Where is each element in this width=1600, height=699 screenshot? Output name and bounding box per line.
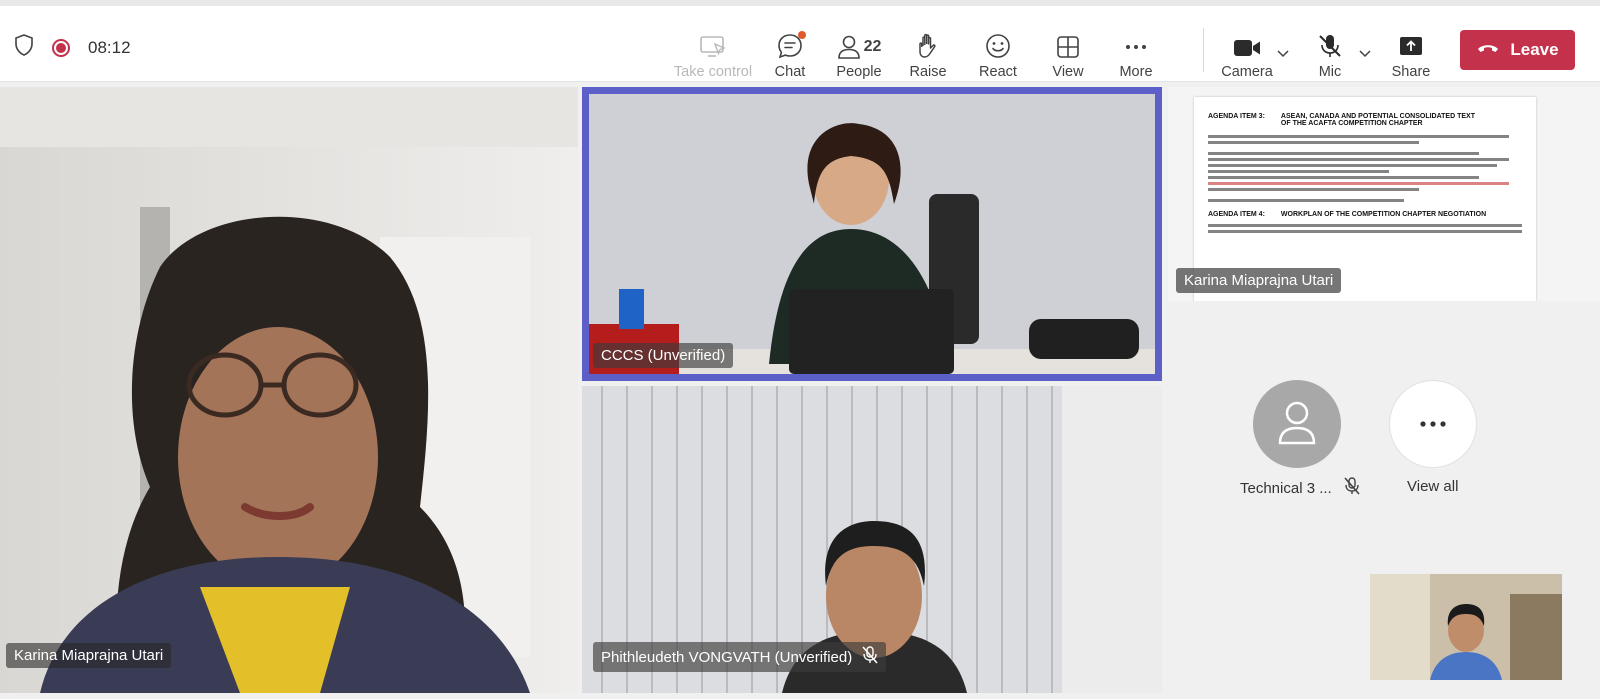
- agenda-title-line-2: OF THE ACAFTA COMPETITION CHAPTER: [1280, 120, 1423, 127]
- video-tile-active-speaker[interactable]: CCCS (Unverified): [582, 87, 1162, 381]
- document-paragraph: [1208, 135, 1510, 202]
- mic-label: Mic: [1318, 64, 1342, 80]
- document-paragraph: [1208, 224, 1522, 233]
- leave-label: Leave: [1510, 40, 1559, 59]
- agenda-item-title: WORKPLAN OF THE COMPETITION CHAPTER NEGO…: [1280, 211, 1487, 218]
- react-label: React: [979, 64, 1017, 80]
- agenda-item-4-heading: AGENDA ITEM 4: WORKPLAN OF THE COMPETITI…: [1208, 211, 1522, 218]
- view-label: View: [1052, 64, 1084, 80]
- share-label: Share: [1391, 64, 1431, 80]
- more-dots-icon: [1418, 417, 1448, 435]
- mic-options-chevron-icon[interactable]: [1358, 46, 1372, 64]
- more-dots-icon: [1122, 34, 1150, 60]
- mic-muted-icon: [862, 646, 878, 668]
- participant-name-tag: Karina Miaprajna Utari: [6, 643, 172, 668]
- people-indicator: 22: [837, 34, 882, 60]
- participant-name: Karina Miaprajna Utari: [14, 647, 164, 664]
- chat-label: Chat: [774, 64, 806, 80]
- participant-video: [0, 87, 578, 693]
- share-button[interactable]: Share: [1391, 20, 1431, 80]
- meeting-toolbar: 08:12 Take control Chat 22 People Raise: [0, 0, 1600, 82]
- raise-hand-button[interactable]: Raise: [909, 20, 947, 80]
- toolbar-divider: [1203, 28, 1204, 72]
- camera-button[interactable]: Camera: [1221, 20, 1273, 80]
- agenda-item-label: AGENDA ITEM 3:: [1208, 113, 1265, 120]
- participant-name-tag: Phithleudeth VONGVATH (Unverified): [593, 642, 887, 672]
- smiley-icon: [984, 32, 1012, 60]
- active-speaker-video: [589, 94, 1155, 374]
- meeting-timer: 08:12: [88, 37, 131, 57]
- participant-name: Phithleudeth VONGVATH (Unverified): [601, 648, 853, 666]
- leave-button[interactable]: Leave: [1460, 30, 1575, 70]
- recording-icon: [52, 38, 70, 57]
- more-label: More: [1119, 64, 1153, 80]
- take-control-button[interactable]: Take control: [673, 20, 753, 80]
- participant-video: [589, 94, 1155, 374]
- camera-options-chevron-icon[interactable]: [1276, 46, 1290, 64]
- take-control-icon: [699, 34, 727, 60]
- view-button[interactable]: View: [1050, 20, 1086, 80]
- agenda-item-label: AGENDA ITEM 4:: [1208, 211, 1265, 218]
- self-view-tile[interactable]: [1370, 574, 1562, 680]
- mic-off-icon: [1316, 32, 1344, 60]
- agenda-item-title: ASEAN, CANADA AND POTENTIAL CONSOLIDATED…: [1281, 113, 1475, 127]
- presenter-name: Karina Miaprajna Utari: [1184, 272, 1334, 289]
- participant-label: Technical 3 ...: [1240, 477, 1360, 499]
- people-label: People: [836, 64, 882, 80]
- screen-share-tile[interactable]: AGENDA ITEM 3: ASEAN, CANADA AND POTENTI…: [1168, 87, 1600, 301]
- mic-button[interactable]: Mic: [1310, 20, 1350, 80]
- self-video: [1370, 574, 1562, 680]
- people-button[interactable]: 22 People: [836, 20, 882, 80]
- chat-icon: [776, 31, 806, 60]
- more-button[interactable]: More: [1116, 20, 1156, 80]
- grid-view-icon: [1055, 34, 1081, 60]
- video-tile-participant[interactable]: Phithleudeth VONGVATH (Unverified): [582, 386, 1162, 693]
- participant-avatar[interactable]: [1253, 380, 1341, 468]
- participant-name: Technical 3 ...: [1240, 479, 1332, 497]
- mic-muted-icon: [1344, 477, 1360, 499]
- chat-unread-dot: [798, 31, 806, 39]
- raise-label: Raise: [909, 64, 947, 80]
- camera-label: Camera: [1221, 64, 1273, 80]
- participant-name: CCCS (Unverified): [601, 347, 726, 364]
- shield-icon[interactable]: [14, 34, 34, 61]
- video-tile-main[interactable]: Karina Miaprajna Utari: [0, 87, 578, 693]
- view-all-label: View all: [1407, 478, 1459, 495]
- person-icon: [1277, 400, 1317, 451]
- agenda-title-line-1: ASEAN, CANADA AND POTENTIAL CONSOLIDATED…: [1280, 113, 1475, 120]
- meeting-status: 08:12: [14, 34, 131, 61]
- share-icon: [1397, 34, 1425, 60]
- view-all-button[interactable]: [1389, 380, 1477, 468]
- take-control-label: Take control: [673, 64, 753, 80]
- agenda-item-3-heading: AGENDA ITEM 3: ASEAN, CANADA AND POTENTI…: [1208, 113, 1522, 127]
- people-icon: [837, 34, 861, 60]
- react-button[interactable]: React: [978, 20, 1018, 80]
- hand-icon: [915, 32, 941, 60]
- chat-button[interactable]: Chat: [770, 20, 810, 80]
- participant-name-tag: Karina Miaprajna Utari: [1176, 268, 1342, 293]
- phone-hangup-icon: [1476, 40, 1500, 60]
- participant-name-tag: CCCS (Unverified): [593, 343, 734, 368]
- camera-icon: [1232, 36, 1262, 60]
- people-count: 22: [863, 38, 882, 55]
